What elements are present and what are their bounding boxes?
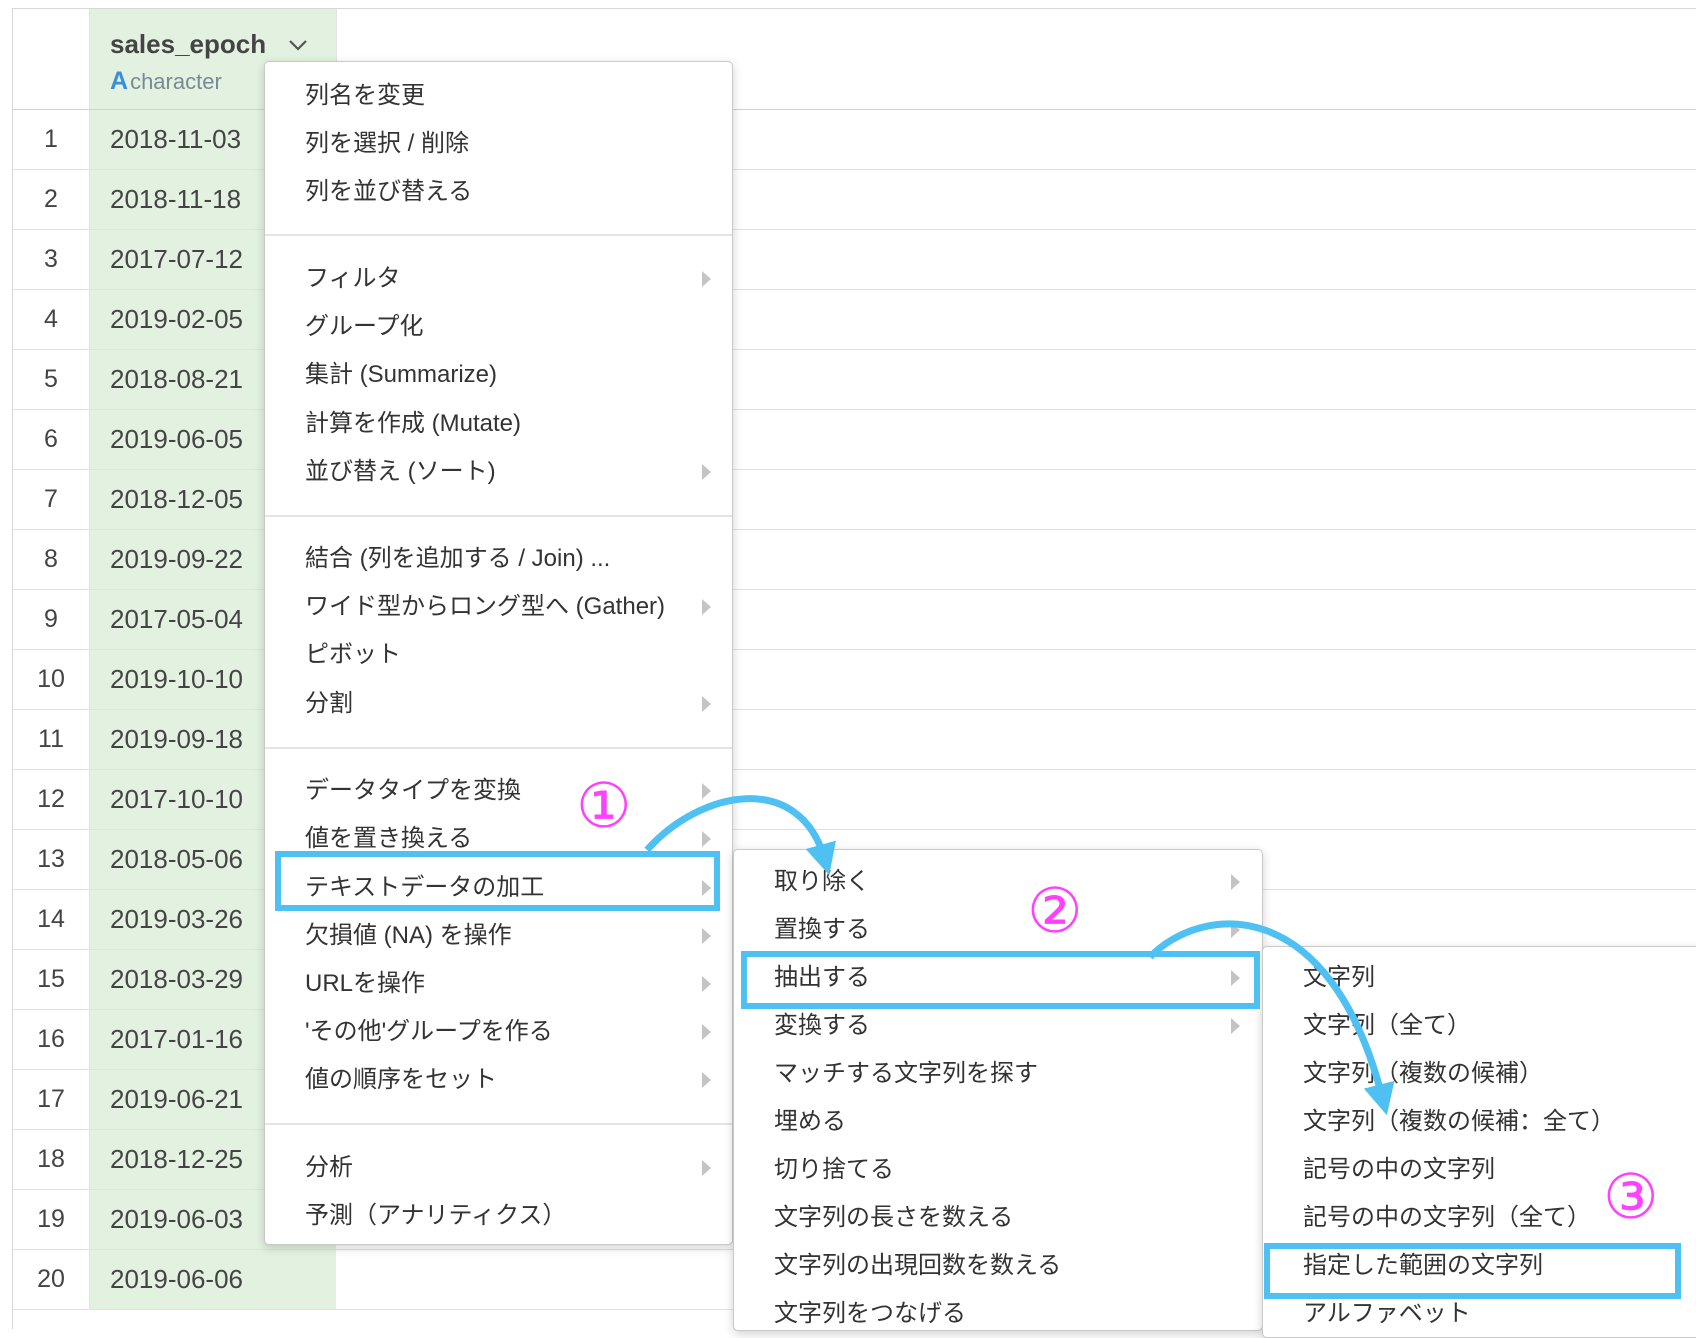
row-number: 9	[13, 590, 90, 649]
row-number: 12	[13, 770, 90, 829]
menu2-item[interactable]: 切り捨てる	[734, 1147, 1262, 1193]
row-number: 10	[13, 650, 90, 709]
menu1-item[interactable]: データタイプを変換	[265, 768, 732, 814]
menu1-item[interactable]: 分割	[265, 681, 732, 727]
menu1-item[interactable]: グループ化	[265, 304, 732, 350]
highlight-box-range-string	[1264, 1243, 1681, 1299]
menu1-item[interactable]: 並び替え (ソート)	[265, 449, 732, 495]
step-1-marker: ①	[576, 769, 632, 842]
menu1-item[interactable]: 結合 (列を追加する / Join) ...	[265, 536, 732, 582]
menu2-item[interactable]: 埋める	[734, 1099, 1262, 1145]
menu3-item[interactable]: 文字列（複数の候補）	[1263, 1051, 1696, 1097]
text-processing-submenu: 取り除く 置換する 抽出する 変換する マッチする文字列を探す 埋める 切り捨てる 文字列の長…	[733, 849, 1263, 1331]
submenu-arrow-icon	[702, 831, 711, 847]
column-name: sales_epoch	[110, 29, 267, 59]
row-number: 11	[13, 710, 90, 769]
submenu-arrow-icon	[702, 976, 711, 992]
submenu-arrow-icon	[702, 1024, 711, 1040]
menu-separator	[265, 515, 732, 517]
menu2-item[interactable]: 文字列の出現回数を数える	[734, 1243, 1262, 1289]
row-number: 13	[13, 830, 90, 889]
menu2-item[interactable]: マッチする文字列を探す	[734, 1051, 1262, 1097]
submenu-arrow-icon	[702, 599, 711, 615]
step-3-marker: ③	[1603, 1160, 1659, 1233]
row-number: 14	[13, 890, 90, 949]
highlight-box-extract	[741, 951, 1260, 1009]
row-number: 17	[13, 1070, 90, 1129]
submenu-arrow-icon	[702, 696, 711, 712]
menu1-item[interactable]: URLを操作	[265, 961, 732, 1007]
menu1-item[interactable]: ピボット	[265, 632, 732, 678]
column-type-label: character	[130, 68, 222, 94]
menu1-item[interactable]: 'その他'グループを作る	[265, 1009, 732, 1055]
row-number: 5	[13, 350, 90, 409]
row-number: 6	[13, 410, 90, 469]
row-number: 2	[13, 170, 90, 229]
menu1-item[interactable]: 予測（アナリティクス）	[265, 1193, 732, 1239]
menu1-item[interactable]: 列を選択 / 削除	[265, 121, 732, 167]
submenu-arrow-icon	[1231, 922, 1240, 938]
menu1-item[interactable]: フィルタ	[265, 256, 732, 302]
submenu-arrow-icon	[702, 1160, 711, 1176]
submenu-arrow-icon	[702, 1072, 711, 1088]
row-number: 4	[13, 290, 90, 349]
sales-epoch-cell[interactable]: 2019-06-06	[90, 1250, 336, 1309]
menu2-item[interactable]: 文字列をつなげる	[734, 1291, 1262, 1330]
row-number: 18	[13, 1130, 90, 1189]
row-number-header	[13, 9, 90, 109]
menu1-item[interactable]: 列を並び替える	[265, 169, 732, 215]
submenu-arrow-icon	[702, 928, 711, 944]
row-number: 19	[13, 1190, 90, 1249]
menu2-item[interactable]: 取り除く	[734, 859, 1262, 905]
menu3-item[interactable]: 文字列	[1263, 955, 1696, 1001]
menu3-item[interactable]: 文字列（全て）	[1263, 1003, 1696, 1049]
submenu-arrow-icon	[702, 271, 711, 287]
column-context-menu: 列名を変更 列を選択 / 削除 列を並び替える フィルタ グループ化 集計 (Summar…	[264, 61, 733, 1245]
submenu-arrow-icon	[702, 464, 711, 480]
menu2-item[interactable]: 置換する	[734, 907, 1262, 953]
menu1-item[interactable]: 値の順序をセット	[265, 1057, 732, 1103]
chevron-down-icon[interactable]	[286, 33, 310, 57]
menu2-item[interactable]: 文字列の長さを数える	[734, 1195, 1262, 1241]
menu-separator	[265, 1123, 732, 1125]
menu2-item[interactable]: 変換する	[734, 1003, 1262, 1049]
menu-separator	[265, 234, 732, 236]
menu1-item[interactable]: 集計 (Summarize)	[265, 352, 732, 398]
menu3-item[interactable]: 文字列（複数の候補：全て）	[1263, 1099, 1696, 1145]
row-number: 8	[13, 530, 90, 589]
character-type-icon: A	[110, 67, 129, 95]
row-number: 1	[13, 110, 90, 169]
row-number: 16	[13, 1010, 90, 1069]
menu1-item[interactable]: 計算を作成 (Mutate)	[265, 401, 732, 447]
row-number: 3	[13, 230, 90, 289]
menu1-item[interactable]: 列名を変更	[265, 73, 732, 119]
submenu-arrow-icon	[702, 783, 711, 799]
submenu-arrow-icon	[1231, 874, 1240, 890]
menu1-item[interactable]: 欠損値 (NA) を操作	[265, 913, 732, 959]
row-number: 20	[13, 1250, 90, 1309]
highlight-box-text-processing	[275, 851, 720, 911]
menu1-item[interactable]: 分析	[265, 1145, 732, 1191]
row-number: 15	[13, 950, 90, 1009]
submenu-arrow-icon	[1231, 1018, 1240, 1034]
step-2-marker: ②	[1027, 874, 1083, 947]
menu1-item[interactable]: ワイド型からロング型へ (Gather)	[265, 584, 732, 630]
menu-separator	[265, 747, 732, 749]
column-type: A character	[110, 67, 222, 96]
row-number: 7	[13, 470, 90, 529]
